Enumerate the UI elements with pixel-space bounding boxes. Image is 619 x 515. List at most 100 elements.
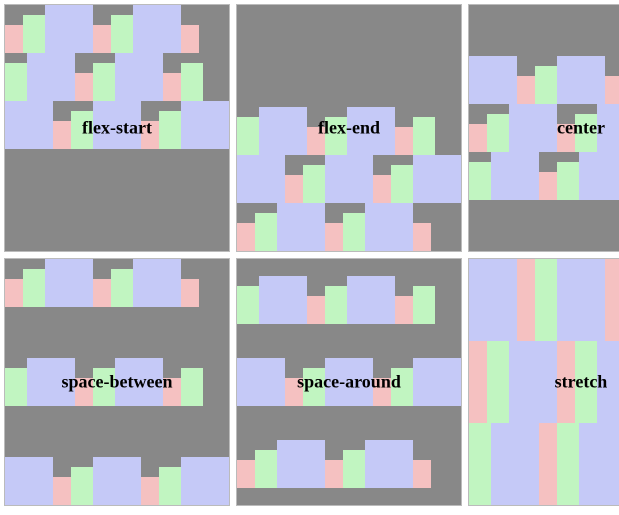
flex-item: [27, 53, 75, 101]
flex-item: [303, 165, 325, 203]
flex-item: [255, 213, 277, 251]
flex-line: [237, 203, 461, 251]
flex-item: [71, 467, 93, 505]
flex-item: [5, 63, 27, 101]
flex-line: [5, 457, 229, 505]
flex-item: [509, 341, 557, 423]
flex-item: [75, 378, 93, 406]
flex-line: [237, 440, 461, 488]
flex-item: [343, 213, 365, 251]
flex-item: [303, 368, 325, 406]
flex-item: [557, 162, 579, 200]
flex-line: [469, 104, 619, 152]
flex-item: [365, 203, 413, 251]
flex-line: [469, 259, 619, 341]
flex-item: [133, 259, 181, 307]
flex-item: [259, 276, 307, 324]
flex-item: [605, 259, 619, 341]
flex-item: [23, 15, 45, 53]
flex-item: [325, 117, 347, 155]
flex-item: [111, 15, 133, 53]
flex-item: [93, 368, 115, 406]
panel-flex-end: flex-end: [236, 4, 462, 252]
flex-item: [517, 76, 535, 104]
flex-item: [395, 127, 413, 155]
flex-item: [75, 73, 93, 101]
flex-line: [5, 53, 229, 101]
panel-flex-start: flex-start: [4, 4, 230, 252]
flex-item: [237, 358, 285, 406]
flex-item: [115, 53, 163, 101]
panel-center: center: [468, 4, 619, 252]
flex-line: [5, 259, 229, 307]
flex-line: [469, 341, 619, 423]
flex-line: [5, 358, 229, 406]
flex-item: [285, 378, 303, 406]
flex-item: [307, 296, 325, 324]
flex-item: [71, 111, 93, 149]
flex-item: [469, 124, 487, 152]
flex-item: [413, 286, 435, 324]
flex-item: [325, 460, 343, 488]
flex-item: [491, 152, 539, 200]
flex-item: [53, 121, 71, 149]
flex-item: [413, 117, 435, 155]
flex-item: [535, 259, 557, 341]
flex-item: [325, 358, 373, 406]
flex-item: [111, 269, 133, 307]
flex-item: [469, 56, 517, 104]
flex-item: [373, 175, 391, 203]
flex-item: [469, 341, 487, 423]
flex-item: [517, 259, 535, 341]
flex-item: [347, 107, 395, 155]
flex-item: [5, 457, 53, 505]
flex-item: [373, 378, 391, 406]
flex-item: [159, 467, 181, 505]
flex-item: [391, 165, 413, 203]
flex-line: [237, 155, 461, 203]
flex-item: [413, 223, 431, 251]
flex-item: [491, 423, 539, 505]
flex-item: [557, 341, 575, 423]
flex-item: [579, 423, 619, 505]
flex-item: [325, 223, 343, 251]
flex-line: [469, 56, 619, 104]
flex-line: [237, 358, 461, 406]
flex-item: [469, 259, 517, 341]
flex-item: [181, 368, 203, 406]
flex-item: [163, 378, 181, 406]
flex-item: [5, 101, 53, 149]
panel-space-between: space-between: [4, 258, 230, 506]
flex-item: [469, 162, 491, 200]
flex-item: [93, 101, 141, 149]
flex-item: [5, 368, 27, 406]
flex-line: [5, 5, 229, 53]
panel-space-around: space-around: [236, 258, 462, 506]
flex-item: [237, 286, 259, 324]
flex-item: [579, 152, 619, 200]
flex-item: [5, 25, 23, 53]
flex-item: [45, 259, 93, 307]
flex-item: [93, 457, 141, 505]
flex-line: [469, 423, 619, 505]
flex-item: [255, 450, 277, 488]
flex-item: [93, 279, 111, 307]
flex-item: [575, 341, 597, 423]
flex-item: [237, 460, 255, 488]
flex-item: [395, 296, 413, 324]
flex-item: [45, 5, 93, 53]
flex-item: [277, 203, 325, 251]
flex-item: [413, 155, 461, 203]
flex-line: [237, 107, 461, 155]
flex-item: [347, 276, 395, 324]
flex-item: [181, 63, 203, 101]
flex-line: [5, 101, 229, 149]
flex-item: [285, 175, 303, 203]
flex-item: [181, 457, 229, 505]
flex-item: [509, 104, 557, 152]
flex-item: [23, 269, 45, 307]
flex-item: [605, 76, 619, 104]
flex-item: [487, 114, 509, 152]
flex-item: [115, 358, 163, 406]
flex-item: [159, 111, 181, 149]
